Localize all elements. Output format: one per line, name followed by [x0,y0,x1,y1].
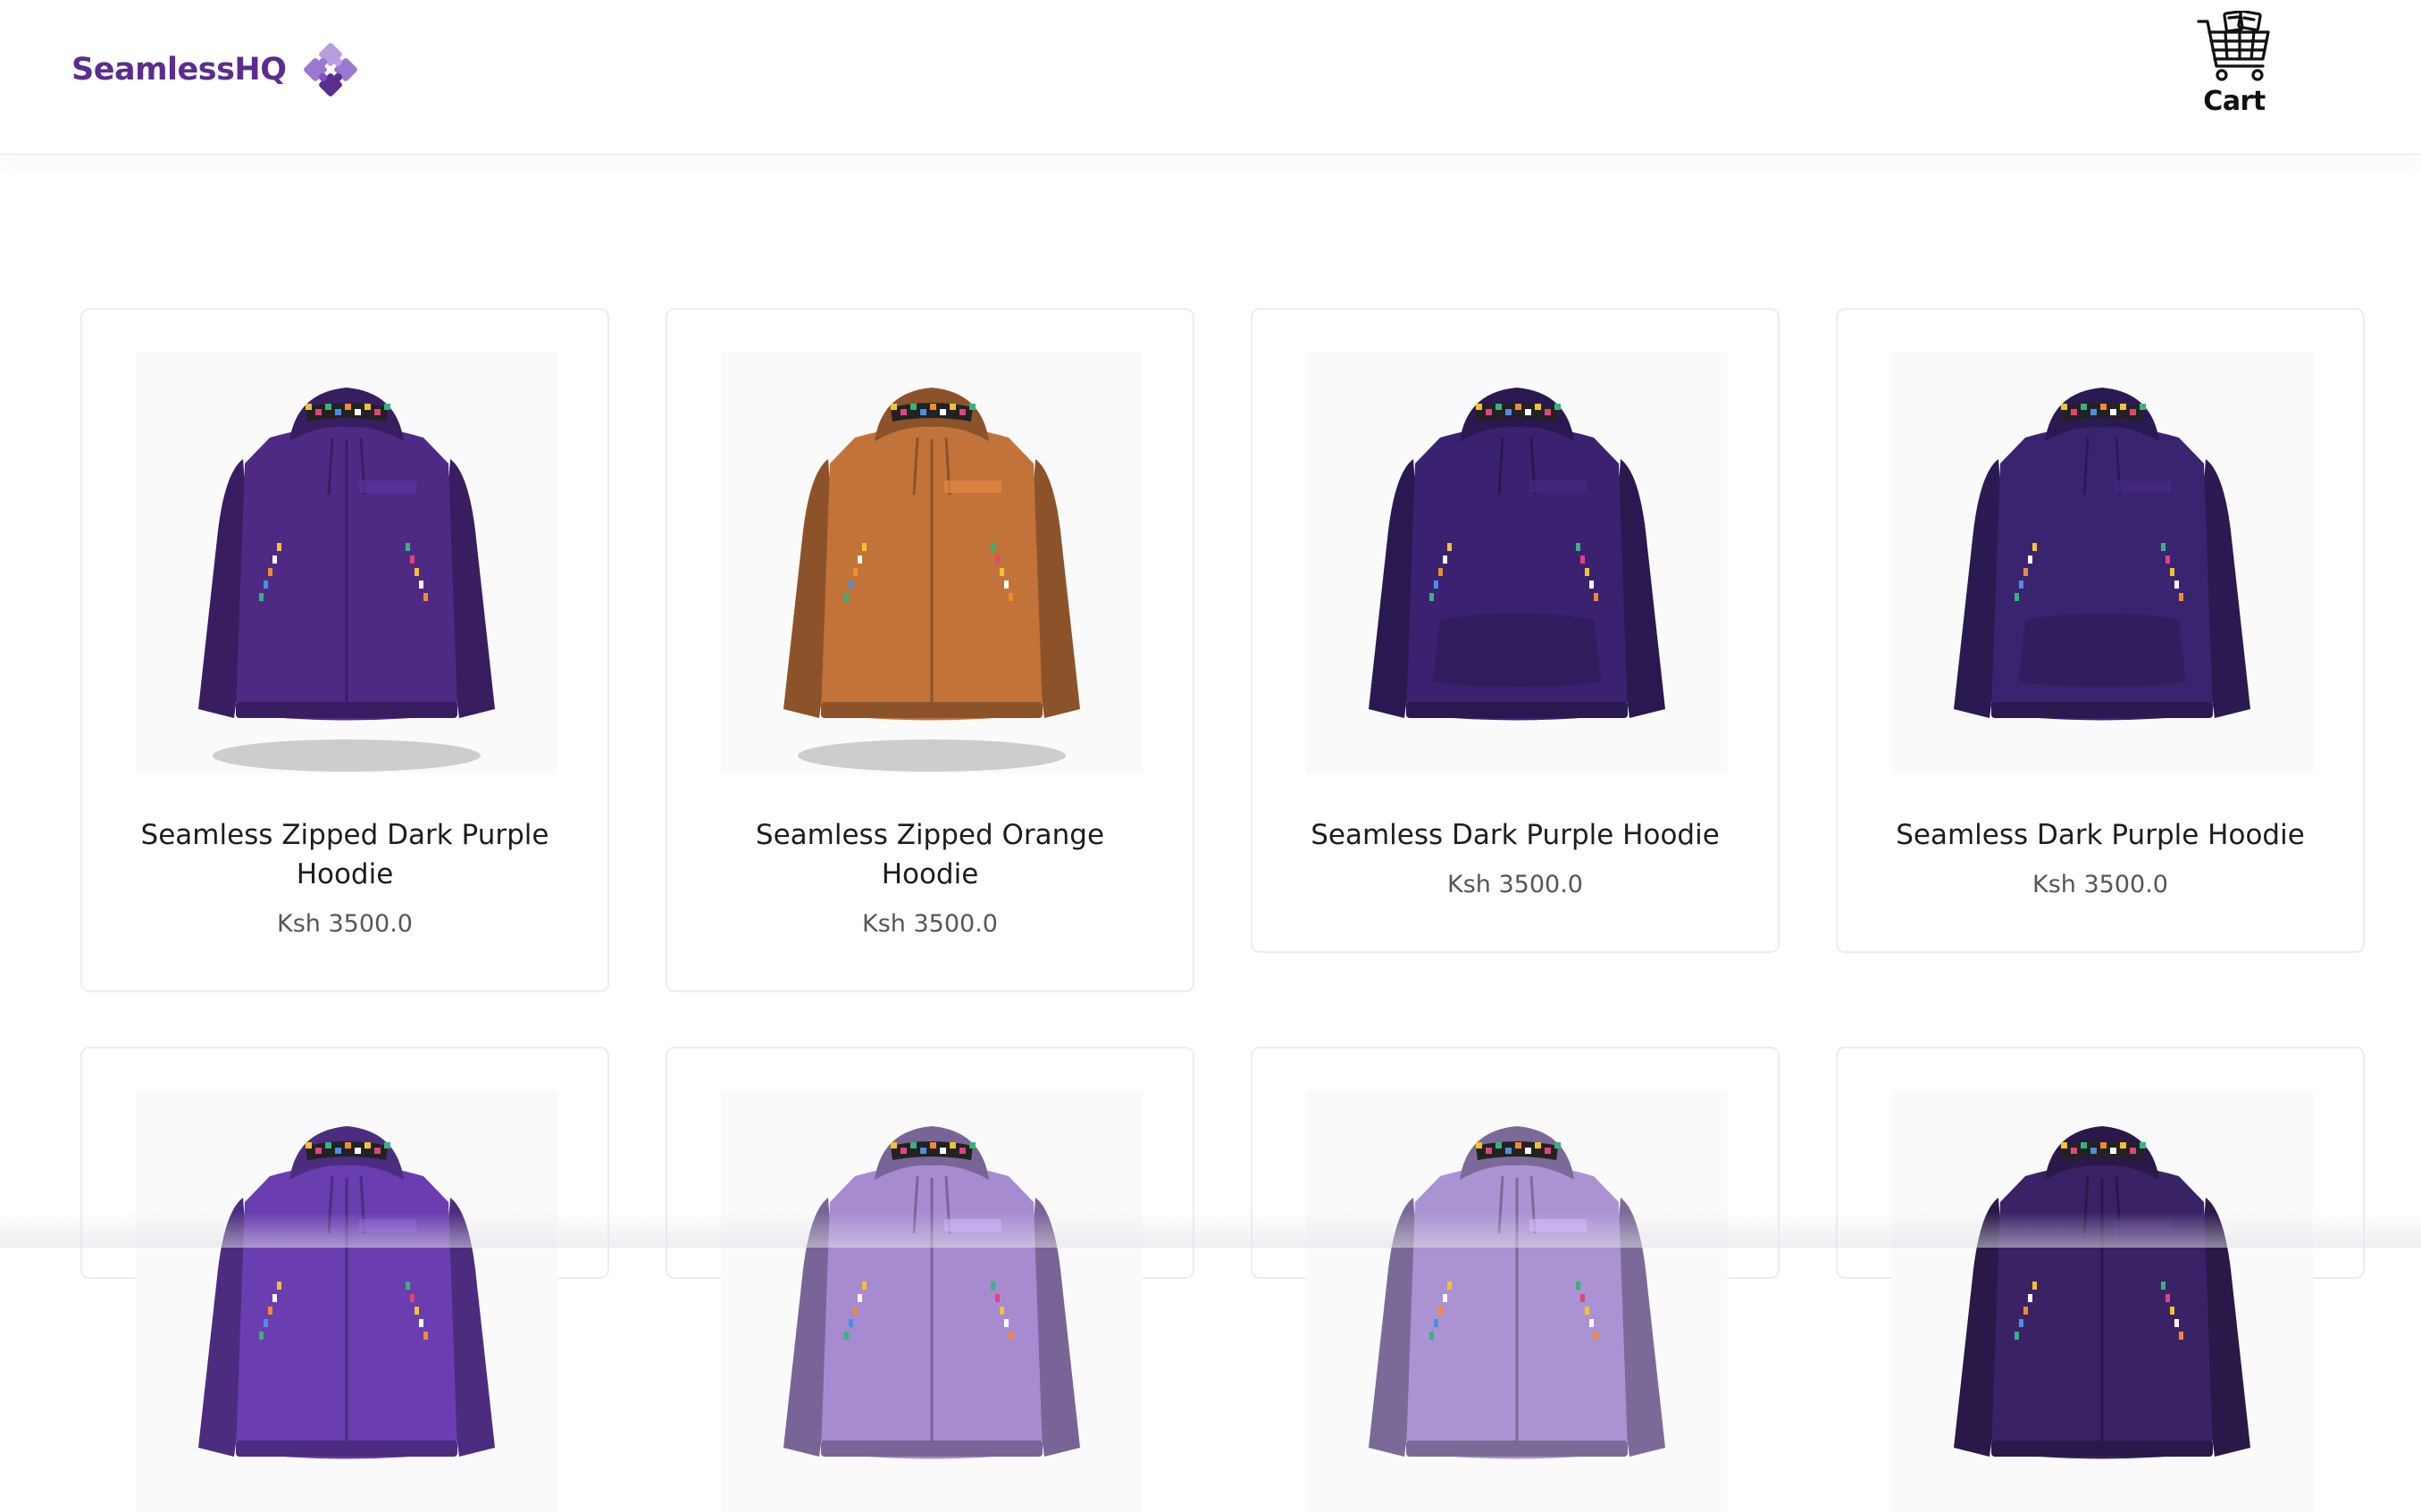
product-card[interactable]: Seamless Dark Purple Hoodie Ksh 3500.0 [1836,308,2365,953]
product-name: Seamless Zipped Dark Purple Hoodie [118,815,572,894]
product-card[interactable]: Seamless Dark Purple Hoodie Ksh 3500.0 [1251,308,1780,953]
shopping-cart-icon [2195,11,2274,88]
product-image [136,352,557,773]
product-image [1306,1090,1728,1512]
product-image [136,1090,557,1512]
site-header: SeamlessHQ [0,0,2421,155]
brand-name: SeamlessHQ [71,52,286,88]
puzzle-logo-icon [298,38,363,102]
cart-label: Cart [2193,86,2275,117]
product-price: Ksh 3500.0 [82,910,607,938]
product-image [1891,1090,2313,1512]
product-grid: Seamless Zipped Dark Purple Hoodie Ksh 3… [0,0,2421,1248]
product-image [721,1090,1143,1512]
product-name: Seamless Dark Purple Hoodie [1288,815,1742,855]
product-price: Ksh 3500.0 [667,910,1193,938]
product-image [1891,352,2313,773]
product-price: Ksh 3500.0 [1252,871,1778,898]
product-card[interactable] [666,1047,1194,1279]
product-image [1306,352,1728,773]
product-card[interactable]: Seamless Zipped Orange Hoodie Ksh 3500.0 [666,308,1194,992]
product-card[interactable]: Seamless Zipped Dark Purple Hoodie Ksh 3… [80,308,609,992]
product-card[interactable] [1836,1047,2365,1279]
product-name: Seamless Dark Purple Hoodie [1873,815,2327,855]
product-card[interactable] [80,1047,609,1279]
product-price: Ksh 3500.0 [1838,871,2363,898]
brand-logo[interactable]: SeamlessHQ [71,38,363,102]
product-name: Seamless Zipped Orange Hoodie [703,815,1157,894]
product-card[interactable] [1251,1047,1780,1279]
product-image [721,352,1143,773]
cart-button[interactable]: Cart [2193,11,2275,117]
